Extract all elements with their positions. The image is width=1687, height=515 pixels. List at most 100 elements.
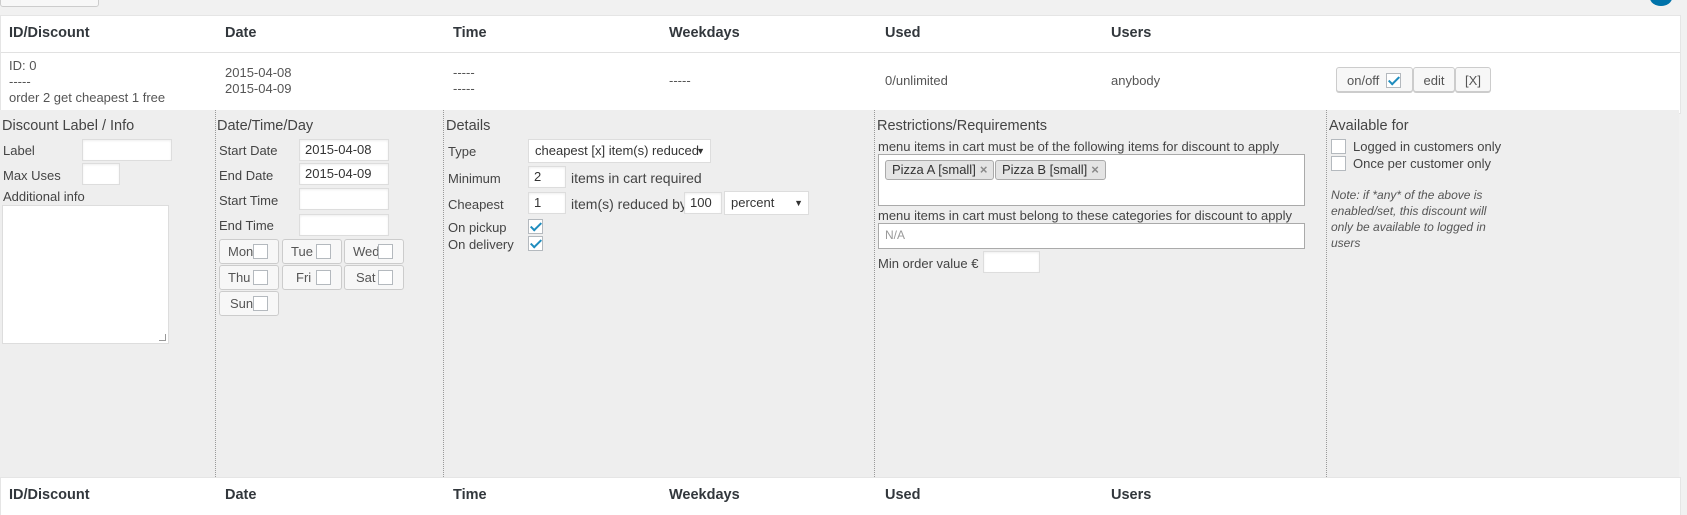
- day-checkbox[interactable]: [378, 270, 393, 285]
- col-header-time[interactable]: Time: [453, 25, 487, 41]
- day-toggle-tue[interactable]: Tue: [282, 239, 342, 264]
- day-checkbox[interactable]: [253, 244, 268, 259]
- discounts-table: ID/Discount Date Time Weekdays Used User…: [0, 15, 1681, 114]
- items-multiselect[interactable]: Pizza A [small] × Pizza B [small] ×: [878, 154, 1305, 206]
- start-time-input[interactable]: [299, 188, 389, 210]
- table-header: ID/Discount Date Time Weekdays Used User…: [1, 16, 1680, 53]
- edit-button[interactable]: edit: [1413, 67, 1455, 92]
- logged-in-only-label: Logged in customers only: [1353, 139, 1502, 154]
- categories-requirement-label: menu items in cart must belong to these …: [878, 208, 1293, 223]
- selected-item-tag[interactable]: Pizza A [small] ×: [885, 160, 995, 180]
- top-action-button[interactable]: [0, 0, 99, 7]
- chevron-down-icon: ▼: [794, 198, 803, 208]
- day-toggle-wed[interactable]: Wed: [344, 239, 404, 264]
- col-header-used[interactable]: Used: [885, 25, 920, 41]
- discount-separator: -----: [9, 74, 31, 89]
- day-label: Fri: [296, 270, 312, 285]
- help-icon[interactable]: [1650, 0, 1672, 6]
- tag-label: Pizza A [small]: [892, 162, 976, 177]
- col-header-date[interactable]: Date: [225, 25, 256, 41]
- cheapest-input[interactable]: 1: [528, 192, 566, 214]
- additional-info-textarea[interactable]: [2, 205, 169, 344]
- time-cell: ----- -----: [453, 65, 475, 97]
- date-end: 2015-04-09: [225, 81, 292, 96]
- start-date-label: Start Date: [219, 143, 278, 158]
- day-label: Sun: [230, 296, 254, 311]
- day-label: Wed: [353, 244, 380, 259]
- end-date-input[interactable]: 2015-04-09: [299, 163, 389, 185]
- day-checkbox[interactable]: [316, 244, 331, 259]
- restrictions-title: Restrictions/Requirements: [877, 118, 1048, 134]
- day-label: Mon: [228, 244, 254, 259]
- availability-note: Note: if *any* of the above is enabled/s…: [1331, 188, 1487, 250]
- label-field-label: Label: [3, 143, 35, 158]
- onoff-checkbox[interactable]: [1385, 72, 1401, 88]
- end-date-label: End Date: [219, 168, 274, 183]
- time-start: -----: [453, 65, 475, 80]
- type-label: Type: [448, 144, 477, 159]
- day-toggle-sun[interactable]: Sun: [219, 291, 279, 316]
- onoff-toggle-button[interactable]: on/off: [1336, 67, 1413, 92]
- datetime-title: Date/Time/Day: [217, 118, 314, 134]
- restrictions-section: Restrictions/Requirements menu items in …: [874, 110, 1327, 477]
- date-cell: 2015-04-08 2015-04-09: [225, 65, 292, 97]
- on-delivery-label: On delivery: [448, 237, 514, 252]
- min-order-input[interactable]: [983, 251, 1040, 273]
- on-pickup-checkbox[interactable]: [528, 219, 543, 234]
- users-cell: anybody: [1111, 73, 1161, 88]
- start-date-input[interactable]: 2015-04-08: [299, 139, 389, 161]
- table-row: ID: 0 ----- order 2 get cheapest 1 free …: [1, 53, 1680, 113]
- table-footer: ID/Discount Date Time Weekdays Used User…: [0, 477, 1681, 515]
- minimum-input[interactable]: 2: [528, 166, 566, 188]
- additional-info-label: Additional info: [3, 189, 85, 204]
- reduced-by-input[interactable]: 100: [684, 192, 722, 214]
- once-per-customer-label: Once per customer only: [1353, 156, 1492, 171]
- items-requirement-label: menu items in cart must be of the follow…: [878, 139, 1280, 154]
- day-checkbox[interactable]: [253, 270, 268, 285]
- type-select-value: cheapest [x] item(s) reduced: [535, 143, 700, 158]
- reduction-unit-value: percent: [731, 195, 775, 210]
- day-checkbox[interactable]: [378, 244, 393, 259]
- discount-id-cell: ID: 0 ----- order 2 get cheapest 1 free: [9, 58, 165, 106]
- remove-tag-icon[interactable]: ×: [980, 162, 988, 177]
- col-footer-used[interactable]: Used: [885, 487, 920, 503]
- label-info-title: Discount Label / Info: [2, 118, 135, 134]
- type-select[interactable]: cheapest [x] item(s) reduced ▼: [528, 139, 711, 163]
- end-time-input[interactable]: [299, 214, 389, 236]
- available-section: Available for Logged in customers only O…: [1326, 110, 1680, 477]
- max-uses-label: Max Uses: [3, 168, 61, 183]
- delete-button[interactable]: [X]: [1455, 67, 1491, 92]
- col-footer-time[interactable]: Time: [453, 487, 487, 503]
- details-title: Details: [446, 118, 491, 134]
- day-toggle-thu[interactable]: Thu: [219, 265, 279, 290]
- on-delivery-checkbox[interactable]: [528, 236, 543, 251]
- start-time-label: Start Time: [219, 193, 279, 208]
- categories-multiselect[interactable]: N/A: [878, 223, 1305, 249]
- max-uses-input[interactable]: [82, 163, 120, 185]
- selected-item-tag[interactable]: Pizza B [small] ×: [995, 160, 1106, 180]
- col-header-weekdays[interactable]: Weekdays: [669, 25, 740, 41]
- weekdays-cell: -----: [669, 73, 691, 88]
- col-footer-weekdays[interactable]: Weekdays: [669, 487, 740, 503]
- day-toggle-fri[interactable]: Fri: [282, 265, 342, 290]
- day-checkbox[interactable]: [253, 296, 268, 311]
- col-footer-date[interactable]: Date: [225, 487, 256, 503]
- discount-id: ID: 0: [9, 58, 37, 73]
- remove-tag-icon[interactable]: ×: [1091, 162, 1099, 177]
- col-footer-id-discount[interactable]: ID/Discount: [9, 487, 90, 503]
- tag-label: Pizza B [small]: [1002, 162, 1088, 177]
- once-per-customer-checkbox[interactable]: [1331, 156, 1346, 171]
- day-toggle-sat[interactable]: Sat: [344, 265, 404, 290]
- day-checkbox[interactable]: [316, 270, 331, 285]
- day-label: Sat: [356, 270, 376, 285]
- col-header-users[interactable]: Users: [1111, 25, 1151, 41]
- col-footer-users[interactable]: Users: [1111, 487, 1151, 503]
- col-header-id-discount[interactable]: ID/Discount: [9, 25, 90, 41]
- logged-in-only-checkbox[interactable]: [1331, 139, 1346, 154]
- day-toggle-mon[interactable]: Mon: [219, 239, 279, 264]
- label-input[interactable]: [82, 139, 172, 161]
- min-order-label: Min order value €: [878, 256, 979, 271]
- reduction-unit-select[interactable]: percent ▼: [724, 191, 809, 215]
- cheapest-label: Cheapest: [448, 197, 504, 212]
- label-info-section: Discount Label / Info Label Max Uses Add…: [0, 110, 215, 477]
